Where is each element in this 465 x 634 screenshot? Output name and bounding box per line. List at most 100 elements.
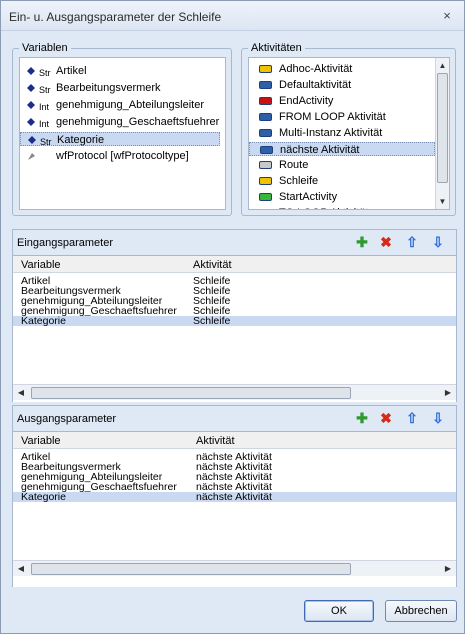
diamond-icon <box>27 135 38 146</box>
activity-item-label: Defaultaktivität <box>279 79 352 91</box>
activities-group: Aktivitäten ▲ ▼ Adhoc-Aktivität Defaultak… <box>241 42 456 216</box>
variable-item-label: Kategorie <box>57 134 105 146</box>
activity-item[interactable]: Defaultaktivität <box>249 78 435 92</box>
table-row[interactable]: Kategorie nächste Aktivität <box>13 492 456 502</box>
variable-item[interactable]: wfProtocol [wfProtocoltype] <box>20 149 220 163</box>
scroll-left-icon[interactable]: ◀ <box>17 564 25 573</box>
output-params-hscroll[interactable]: ◀ ▶ <box>13 560 456 576</box>
activity-icon <box>259 97 272 105</box>
close-icon[interactable]: × <box>438 7 456 25</box>
activity-item[interactable]: Multi-Instanz Aktivität <box>249 126 435 140</box>
variable-item[interactable]: Str Artikel <box>20 64 220 78</box>
activities-legend: Aktivitäten <box>248 42 305 54</box>
arrow-up-icon[interactable]: ⇧ <box>404 234 420 250</box>
str-icon: Str <box>39 68 51 78</box>
cell-aktivitaet: nächste Aktivität <box>196 491 272 503</box>
cell-variable: Kategorie <box>21 491 66 503</box>
scroll-right-icon[interactable]: ▶ <box>444 388 452 397</box>
activity-icon <box>259 209 272 210</box>
activity-item-label: nächste Aktivität <box>280 144 360 156</box>
diamond-icon <box>26 66 37 77</box>
hscroll-thumb[interactable] <box>31 563 351 575</box>
dialog-title: Ein- u. Ausgangsparameter der Schleife <box>9 10 222 24</box>
activity-item-label: Route <box>279 159 309 171</box>
arrow-up-icon[interactable]: ⇧ <box>404 410 420 426</box>
arrow-down-icon[interactable]: ⇩ <box>430 234 446 250</box>
str-icon: Str <box>40 137 52 147</box>
column-aktivitaet[interactable]: Aktivität <box>193 259 232 271</box>
int-icon: Int <box>39 119 50 129</box>
activities-list[interactable]: ▲ ▼ Adhoc-Aktivität Defaultaktivität EndAc… <box>248 57 450 210</box>
diamond-icon <box>26 83 37 94</box>
variable-item-label: genehmigung_Geschaeftsfuehrer <box>56 116 220 128</box>
variable-item[interactable]: Int genehmigung_Abteilungsleiter <box>20 98 220 112</box>
variable-item-label: genehmigung_Abteilungsleiter <box>56 99 204 111</box>
object-icon <box>26 151 37 162</box>
activity-item-label: Adhoc-Aktivität <box>279 63 353 75</box>
add-icon[interactable]: ✚ <box>354 410 370 426</box>
activity-icon <box>259 193 272 201</box>
activity-icon <box>259 177 272 185</box>
activity-item-label: Schleife <box>279 175 319 187</box>
cell-variable: Kategorie <box>21 315 66 327</box>
scroll-right-icon[interactable]: ▶ <box>444 564 452 573</box>
activity-item[interactable]: EndActivity <box>249 94 435 108</box>
title-bar: Ein- u. Ausgangsparameter der Schleife × <box>1 1 464 31</box>
activity-item-label: TO LOOP Aktivität <box>279 206 368 209</box>
variable-item-label: wfProtocol [wfProtocoltype] <box>56 150 189 162</box>
variables-legend: Variablen <box>19 42 71 54</box>
output-params-header: Ausgangsparameter ✚ ✖ ⇧ ⇩ <box>13 406 456 432</box>
dialog-window: Ein- u. Ausgangsparameter der Schleife ×… <box>0 0 465 634</box>
diamond-icon <box>26 100 37 111</box>
activity-item[interactable]: Route <box>249 158 435 172</box>
table-row[interactable]: genehmigung_Geschaeftsfuehrer Schleife <box>13 306 456 317</box>
activity-icon <box>259 129 272 137</box>
variable-item[interactable]: Str Kategorie <box>20 132 220 147</box>
activity-item[interactable]: FROM LOOP Aktivität <box>249 110 435 124</box>
delete-icon[interactable]: ✖ <box>378 410 394 426</box>
column-variable[interactable]: Variable <box>21 435 61 447</box>
str-icon: Str <box>39 85 51 95</box>
variable-item[interactable]: Int genehmigung_Geschaeftsfuehrer <box>20 115 220 129</box>
activity-item[interactable]: nächste Aktivität <box>249 142 435 156</box>
arrow-down-icon[interactable]: ⇩ <box>430 410 446 426</box>
activity-item-label: StartActivity <box>279 191 338 203</box>
ok-button[interactable]: OK <box>304 600 374 622</box>
input-params-title: Eingangsparameter <box>17 237 114 249</box>
activity-item[interactable]: Schleife <box>249 174 435 188</box>
variables-group: Variablen Str Artikel Str Bearbeitungsverme… <box>12 42 232 216</box>
scroll-left-icon[interactable]: ◀ <box>17 388 25 397</box>
scroll-thumb[interactable] <box>437 73 448 183</box>
input-params-panel: Eingangsparameter ✚ ✖ ⇧ ⇩ Variable Aktiv… <box>12 229 457 402</box>
scroll-down-icon[interactable]: ▼ <box>436 197 449 206</box>
activity-item[interactable]: Adhoc-Aktivität <box>249 62 435 76</box>
variable-item-label: Bearbeitungsvermerk <box>56 82 161 94</box>
activity-item-label: EndActivity <box>279 95 334 107</box>
delete-icon[interactable]: ✖ <box>378 234 394 250</box>
cancel-button[interactable]: Abbrechen <box>385 600 457 622</box>
variable-item[interactable]: Str Bearbeitungsvermerk <box>20 81 220 95</box>
input-params-grid: Variable Aktivität Artikel Schleife Bearbe… <box>13 256 456 402</box>
hscroll-thumb[interactable] <box>31 387 351 399</box>
output-params-panel: Ausgangsparameter ✚ ✖ ⇧ ⇩ Variable Aktiv… <box>12 405 457 587</box>
output-params-grid-header: Variable Aktivität <box>13 432 456 449</box>
table-row[interactable]: Kategorie Schleife <box>13 316 456 326</box>
activities-vscroll[interactable]: ▲ ▼ <box>435 58 449 209</box>
output-params-title: Ausgangsparameter <box>17 413 117 425</box>
diamond-icon <box>26 117 37 128</box>
variables-list[interactable]: Str Artikel Str Bearbeitungsvermerk Int geneh… <box>19 57 226 210</box>
activity-item-label: FROM LOOP Aktivität <box>279 111 386 123</box>
activity-item-label: Multi-Instanz Aktivität <box>279 127 383 139</box>
column-variable[interactable]: Variable <box>21 259 61 271</box>
cell-aktivitaet: Schleife <box>193 315 231 327</box>
activity-item[interactable]: TO LOOP Aktivität <box>249 206 435 210</box>
int-icon: Int <box>39 102 50 112</box>
add-icon[interactable]: ✚ <box>354 234 370 250</box>
input-params-hscroll[interactable]: ◀ ▶ <box>13 384 456 400</box>
activity-icon <box>259 65 272 73</box>
scroll-up-icon[interactable]: ▲ <box>436 61 449 70</box>
column-aktivitaet[interactable]: Aktivität <box>196 435 235 447</box>
input-params-header: Eingangsparameter ✚ ✖ ⇧ ⇩ <box>13 230 456 256</box>
input-params-grid-header: Variable Aktivität <box>13 256 456 273</box>
activity-item[interactable]: StartActivity <box>249 190 435 204</box>
